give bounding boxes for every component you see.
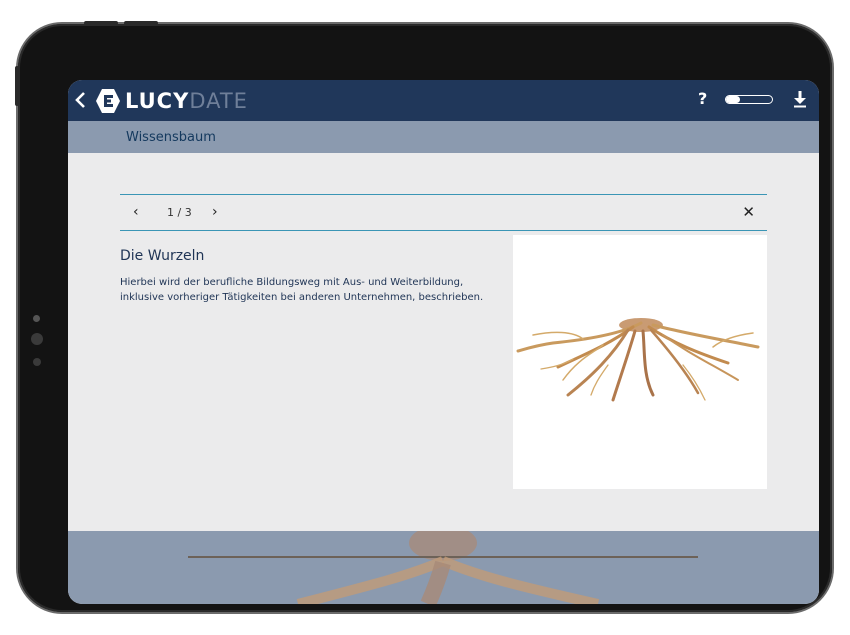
slide-title: Die Wurzeln [120, 248, 205, 264]
breadcrumb-item[interactable]: Wissensbaum [126, 130, 216, 145]
logo-icon [96, 89, 120, 113]
close-icon[interactable]: ✕ [742, 203, 755, 221]
app-logo[interactable]: LUCYDATE [95, 88, 248, 114]
tablet-top-button [84, 21, 118, 25]
app-screen: LUCYDATE ? Wissensbaum ‹ 1 / 3 › ✕ Die W… [68, 80, 819, 604]
roots-drawing [516, 318, 760, 402]
camera-sensor [33, 358, 41, 366]
roots-illustration [513, 235, 767, 489]
next-slide-button[interactable]: › [212, 204, 218, 220]
breadcrumb: Wissensbaum [68, 121, 819, 153]
slide-pager: ‹ 1 / 3 › ✕ [120, 194, 767, 231]
tablet-top-button [124, 21, 158, 25]
background-preview [68, 531, 819, 604]
background-roots-image [188, 531, 698, 604]
tablet-side-button [15, 66, 19, 106]
app-header: LUCYDATE ? [68, 80, 819, 121]
back-chevron-icon[interactable] [72, 89, 90, 111]
app-title: LUCYDATE [125, 89, 248, 113]
help-icon[interactable]: ? [698, 89, 707, 108]
slide-description: Hierbei wird der berufliche Bildungsweg … [120, 277, 484, 303]
toggle-switch[interactable] [725, 95, 773, 104]
camera-sensor [31, 333, 43, 345]
tablet-frame: LUCYDATE ? Wissensbaum ‹ 1 / 3 › ✕ Die W… [15, 21, 832, 612]
prev-slide-button[interactable]: ‹ [133, 204, 139, 220]
download-icon[interactable] [793, 90, 807, 108]
slide-counter: 1 / 3 [167, 206, 192, 219]
front-camera [33, 315, 40, 322]
